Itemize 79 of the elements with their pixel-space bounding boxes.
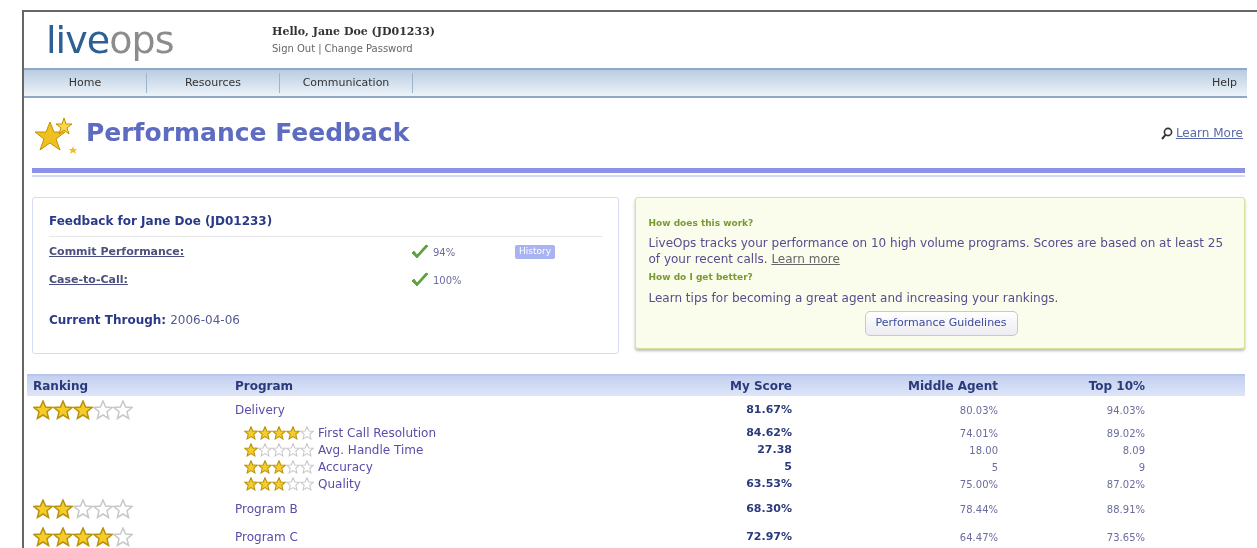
nav-tab[interactable]: Home (24, 74, 146, 92)
program-name[interactable]: Accuracy (318, 458, 373, 476)
feedback-title: Feedback for Jane Doe (JD01233) (49, 212, 602, 237)
program-name[interactable]: Avg. Handle Time (318, 441, 424, 459)
top-score: 89.02% (1105, 426, 1145, 441)
filled-star-icon (272, 460, 286, 474)
guidelines-button[interactable]: Performance Guidelines (864, 311, 1018, 336)
filled-star-icon (244, 426, 258, 440)
info-text: Learn tips for becoming a great agent and increasing your rankings. (648, 290, 1060, 307)
help-link[interactable]: Help (1211, 74, 1237, 92)
filled-star-icon (93, 527, 113, 547)
filled-star-icon (73, 400, 93, 420)
filled-star-icon (53, 527, 73, 547)
my-score: 72.97% (745, 528, 792, 545)
program-name[interactable]: Delivery (235, 401, 285, 419)
metric-value: 94% (433, 245, 456, 260)
middle-agent-score: 75.00% (958, 477, 998, 492)
search-icon (1160, 126, 1173, 140)
metric-link[interactable]: Commit Performance: (49, 243, 185, 261)
filled-star-icon (258, 460, 272, 474)
column-header: Middle Agent (907, 378, 998, 395)
middle-agent-score: 74.01% (958, 426, 998, 441)
filled-star-icon (286, 426, 300, 440)
filled-star-icon (73, 527, 93, 547)
program-name[interactable]: First Call Resolution (318, 424, 436, 442)
filled-star-icon (272, 426, 286, 440)
middle-agent-score: 5 (990, 460, 998, 475)
top-score: 8.09 (1121, 443, 1145, 458)
nav-tab[interactable]: Resources (147, 74, 279, 92)
middle-agent-score: 80.03% (958, 403, 998, 418)
top-score: 73.65% (1105, 530, 1145, 545)
top-score: 9 (1137, 460, 1145, 475)
filled-star-icon (244, 477, 258, 491)
logo: liveops (46, 21, 175, 59)
current-through-date: 2006-04-06 (170, 312, 240, 329)
info-text: LiveOps tracks your performance on 10 high volume programs. Scores are based on at least 25 of your recent calls. Learn more (648, 234, 1225, 267)
filled-star-icon (53, 499, 73, 519)
filled-star-icon (258, 426, 272, 440)
stars-icon (32, 115, 80, 156)
top-score: 88.91% (1105, 502, 1145, 517)
greeting: Hello, Jane Doe (JD01233) (272, 24, 436, 41)
program-name[interactable]: Quality (318, 475, 361, 493)
top-score: 94.03% (1105, 403, 1145, 418)
top-score: 87.02% (1105, 477, 1145, 492)
filled-star-icon (244, 460, 258, 474)
my-score: 68.30% (745, 500, 792, 517)
sign-out-link[interactable]: Sign Out (272, 40, 316, 56)
nav-tab[interactable]: Communication (280, 74, 412, 92)
column-header: Top 10% (1087, 378, 1145, 395)
page-title: Performance Feedback (86, 117, 410, 150)
filled-star-icon (33, 499, 53, 519)
my-score: 27.38 (756, 441, 792, 458)
learn-more-link[interactable]: Learn more (771, 251, 840, 266)
my-score: 81.67% (745, 401, 792, 418)
filled-star-icon (272, 477, 286, 491)
current-through-label: Current Through: (49, 312, 167, 329)
filled-star-icon (33, 400, 53, 420)
metric-value: 100% (433, 273, 462, 288)
change-password-link[interactable]: Change Password (324, 40, 413, 56)
my-score: 63.53% (745, 475, 792, 492)
column-header: My Score (729, 378, 792, 395)
my-score: 5 (783, 458, 792, 475)
middle-agent-score: 18.00 (968, 443, 998, 458)
middle-agent-score: 78.44% (958, 502, 998, 517)
info-question: How do I get better? (648, 270, 754, 284)
program-name[interactable]: Program B (235, 500, 298, 518)
middle-agent-score: 64.47% (958, 530, 998, 545)
column-header: Program (234, 378, 295, 395)
filled-star-icon (53, 400, 73, 420)
learn-more-link[interactable]: Learn More (1175, 124, 1243, 142)
filled-star-icon (33, 527, 53, 547)
program-name[interactable]: Program C (235, 528, 298, 546)
column-header: Ranking (32, 378, 90, 395)
my-score: 84.62% (745, 424, 792, 441)
filled-star-icon (244, 443, 258, 457)
info-question: How does this work? (648, 217, 755, 230)
filled-star-icon (258, 477, 272, 491)
metric-link[interactable]: Case-to-Call: (49, 271, 128, 289)
link-separator: | (318, 41, 322, 56)
